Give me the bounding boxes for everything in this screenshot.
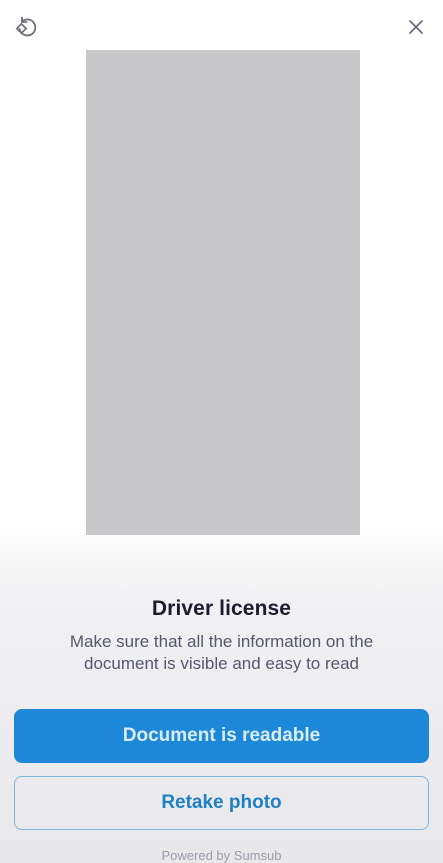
document-readable-button[interactable]: Document is readable — [14, 709, 429, 763]
powered-by-text: Powered by Sumsub — [161, 848, 282, 863]
rotate-icon — [15, 16, 37, 37]
close-icon — [409, 20, 423, 34]
top-bar — [0, 0, 443, 50]
close-button[interactable] — [402, 13, 430, 41]
retake-photo-button[interactable]: Retake photo — [14, 776, 429, 830]
document-photo-preview — [86, 50, 360, 535]
document-title: Driver license — [151, 597, 292, 620]
rotate-button[interactable] — [12, 13, 40, 41]
document-instructions: Make sure that all the information on th… — [69, 632, 374, 673]
